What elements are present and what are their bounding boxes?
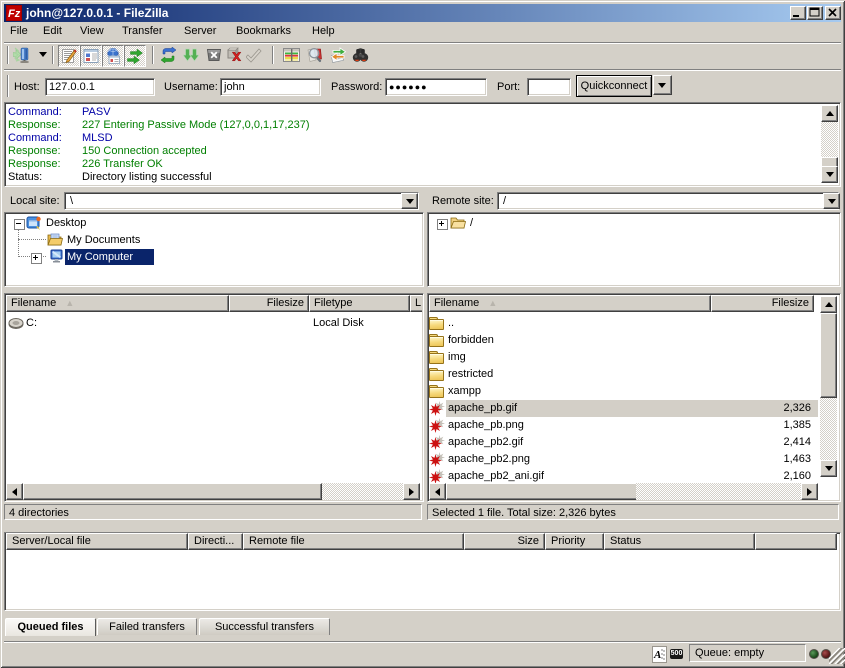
- svg-text:A: A: [653, 649, 661, 661]
- svg-text:Fz: Fz: [8, 8, 21, 20]
